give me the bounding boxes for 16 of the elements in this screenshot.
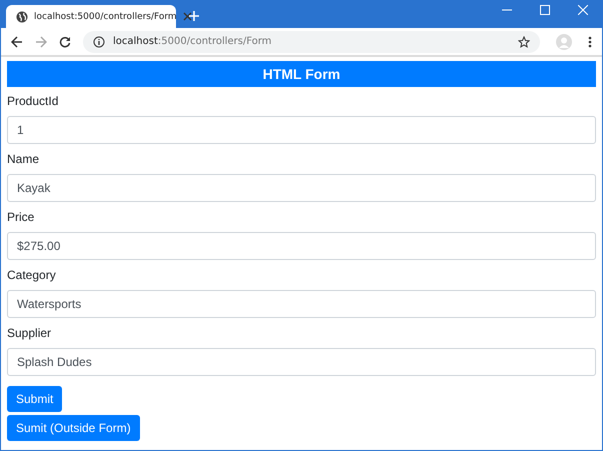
field-label: Category <box>7 268 57 284</box>
input-field[interactable]: 1 <box>7 116 596 144</box>
input-field[interactable]: $275.00 <box>7 232 596 260</box>
address-bar[interactable]: localhost:5000/controllers/Form <box>83 30 540 52</box>
field-label: Price <box>7 210 36 226</box>
submit-button[interactable]: Submit <box>7 386 62 412</box>
tab-title: localhost:5000/controllers/Form <box>34 12 177 22</box>
input-field[interactable]: Kayak <box>7 174 596 202</box>
submit-button[interactable]: Sumit (Outside Form) <box>7 415 140 441</box>
url-text: localhost:5000/controllers/Form <box>113 36 272 47</box>
page-heading: HTML Form <box>7 61 596 87</box>
field-label: Name <box>7 152 40 168</box>
input-field[interactable]: Watersports <box>7 290 596 318</box>
field-label: Supplier <box>7 326 52 342</box>
input-field[interactable]: Splash Dudes <box>7 348 596 376</box>
field-label: ProductId <box>7 94 60 110</box>
